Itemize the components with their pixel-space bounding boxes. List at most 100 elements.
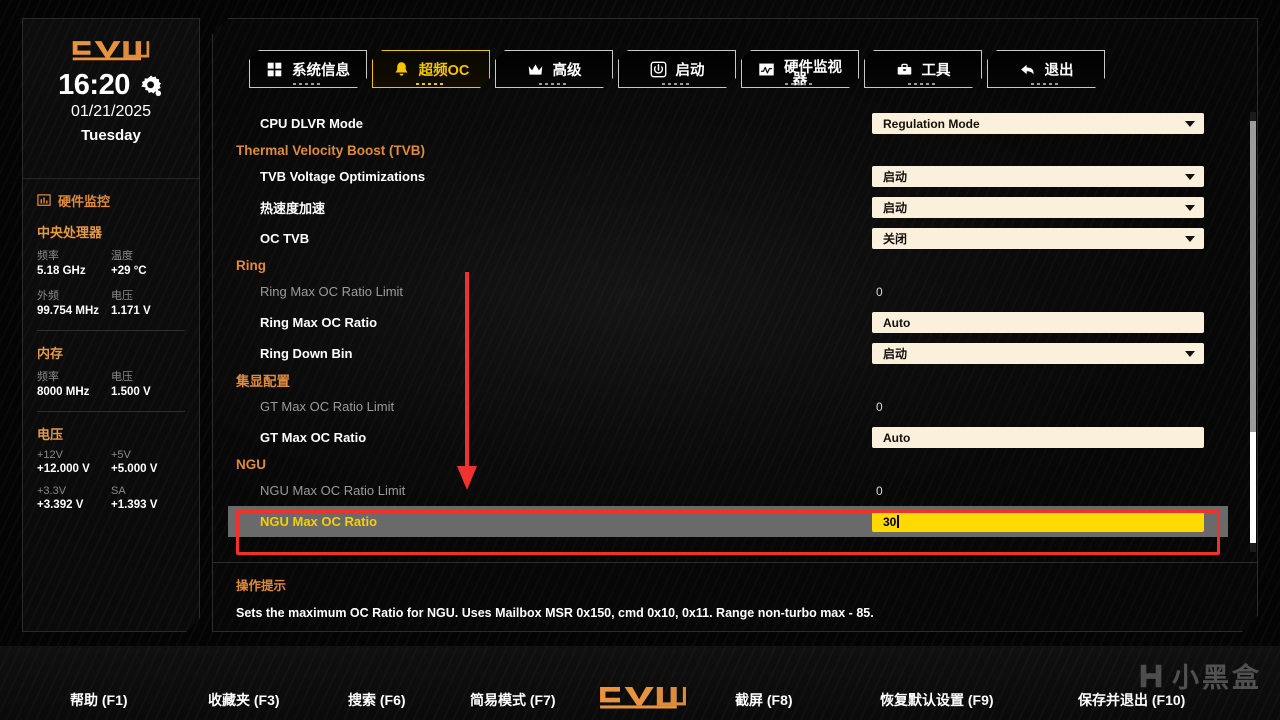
- monitor-value: +5.000 V: [111, 463, 158, 475]
- monitor-value: 8000 MHz: [37, 386, 90, 398]
- setting-control-area: Auto: [872, 307, 1212, 338]
- setting-row[interactable]: GT Max OC Ratio Auto: [228, 422, 1228, 453]
- setting-label: NGU Max OC Ratio: [260, 514, 378, 529]
- tab-label: 退出: [1044, 62, 1074, 79]
- tab-6[interactable]: 工具: [864, 50, 982, 88]
- setting-row[interactable]: NGU Max OC Ratio Limit 0: [228, 475, 1228, 506]
- monitor-key: 电压: [111, 371, 133, 383]
- tab-dash-decor: [293, 83, 323, 85]
- tab-dash-decor: [416, 83, 446, 85]
- function-key-2[interactable]: 收藏夹 (F3): [208, 690, 280, 710]
- setting-row[interactable]: Ring Max OC Ratio Limit 0: [228, 276, 1228, 307]
- sidebar-divider: [37, 330, 185, 331]
- chevron-down-icon: [1185, 350, 1195, 357]
- chevron-down-icon: [1185, 173, 1195, 180]
- crown-icon: [527, 61, 544, 78]
- monitor-key: 频率: [37, 250, 59, 262]
- setting-row[interactable]: GT Max OC Ratio Limit 0: [228, 391, 1228, 422]
- setting-control-area: 0: [872, 475, 1212, 506]
- clock-day: Tuesday: [81, 127, 141, 144]
- setting-row[interactable]: TVB Voltage Optimizations 启动: [228, 161, 1228, 192]
- setting-label: OC TVB: [260, 231, 310, 246]
- tab-bar: 系统信息 超频OC 高级 启动 硬件监视器 工具 退出: [212, 50, 1258, 90]
- setting-row[interactable]: CPU DLVR Mode Regulation Mode: [228, 108, 1228, 139]
- monitor-section-title: 电压: [37, 427, 64, 442]
- tab-label: 系统信息: [292, 62, 350, 79]
- monitor-value: +1.393 V: [111, 499, 158, 511]
- tab-4[interactable]: 启动: [618, 50, 736, 88]
- monitor-pair-grid: 频率 电压 8000 MHz 1.500 V: [37, 368, 185, 407]
- monitor-key: 电压: [111, 290, 133, 302]
- monitor-value: +29 °C: [111, 265, 147, 277]
- monitor-section: 中央处理器 频率 温度 5.18 GHz +29 °C 外频 电压 99.754 MHz 1.1…: [23, 219, 199, 326]
- setting-dropdown[interactable]: 关闭: [872, 228, 1204, 249]
- settings-group-header: 集显配置: [236, 374, 290, 389]
- setting-dropdown[interactable]: 启动: [872, 197, 1204, 218]
- tab-3[interactable]: 高级: [495, 50, 613, 88]
- setting-input-field[interactable]: 30: [872, 511, 1204, 532]
- tab-dash-decor: [662, 83, 692, 85]
- monitor-key: 频率: [37, 371, 59, 383]
- hardware-monitor-header: 硬件监控: [23, 179, 199, 219]
- setting-row[interactable]: Ring Max OC Ratio Auto: [228, 307, 1228, 338]
- tab-2[interactable]: 超频OC: [372, 50, 490, 88]
- setting-value-text: 0: [876, 483, 883, 498]
- tab-7[interactable]: 退出: [987, 50, 1105, 88]
- function-key-5[interactable]: 截屏 (F8): [735, 690, 793, 710]
- setting-label: CPU DLVR Mode: [260, 116, 364, 131]
- monitor-value: +12.000 V: [37, 463, 90, 475]
- setting-input-value: 30: [883, 514, 897, 529]
- clock-date: 01/21/2025: [70, 103, 152, 120]
- tab-5[interactable]: 硬件监视器: [741, 50, 859, 88]
- monitor-key: SA: [111, 485, 126, 497]
- scrollbar-thumb[interactable]: [1250, 432, 1256, 552]
- setting-row[interactable]: OC TVB 关闭: [228, 223, 1228, 254]
- monitor-value: 1.500 V: [111, 386, 151, 398]
- cvn-logo-footer: [600, 687, 686, 709]
- monitor-value: 99.754 MHz: [37, 305, 100, 317]
- sidebar-clock-panel: 16:20 01/21/2025 Tuesday: [23, 19, 199, 179]
- monitor-pair-grid: 频率 温度 5.18 GHz +29 °C 外频 电压 99.754 MHz 1.171 V: [37, 247, 185, 326]
- setting-control-area: 0: [872, 276, 1212, 307]
- function-key-4[interactable]: 简易模式 (F7): [470, 690, 556, 710]
- hint-body: Sets the maximum OC Ratio for NGU. Uses …: [236, 606, 874, 620]
- function-key-6[interactable]: 恢复默认设置 (F9): [880, 690, 994, 710]
- setting-row[interactable]: NGU Max OC Ratio 30: [228, 506, 1228, 537]
- gear-icon: [138, 73, 164, 99]
- monitor-value: 5.18 GHz: [37, 265, 86, 277]
- tab-label-overflow: 器: [792, 72, 808, 88]
- setting-control-area: 启动: [872, 192, 1212, 223]
- function-key-1[interactable]: 帮助 (F1): [70, 690, 128, 710]
- monitor-key: +12V: [37, 449, 63, 461]
- function-key-7[interactable]: 保存并退出 (F10): [1078, 690, 1185, 710]
- function-key-3[interactable]: 搜索 (F6): [348, 690, 406, 710]
- sidebar: 16:20 01/21/2025 Tuesday 硬件监控 中央处理器 频率 温度 5…: [22, 18, 200, 632]
- monitor-value: +3.392 V: [37, 499, 84, 511]
- setting-label: Ring Max OC Ratio: [260, 315, 378, 330]
- setting-dropdown[interactable]: 启动: [872, 166, 1204, 187]
- chevron-down-icon: [1185, 235, 1195, 242]
- setting-dropdown-value: Regulation Mode: [883, 116, 980, 131]
- tab-label: 超频OC: [418, 62, 470, 79]
- clock-time: 16:20: [58, 69, 130, 101]
- setting-text-field[interactable]: Auto: [872, 427, 1204, 448]
- setting-label: 热速度加速: [260, 201, 326, 216]
- scrollbar-track[interactable]: [1250, 112, 1256, 552]
- setting-label: GT Max OC Ratio Limit: [260, 399, 395, 414]
- setting-value-text: 0: [876, 399, 883, 414]
- power-icon: [650, 61, 667, 78]
- setting-row[interactable]: Ring Down Bin 启动: [228, 338, 1228, 369]
- monitor-key: 温度: [111, 250, 133, 262]
- tab-1[interactable]: 系统信息: [249, 50, 367, 88]
- monitor-key: 外频: [37, 290, 59, 302]
- setting-text-field[interactable]: Auto: [872, 312, 1204, 333]
- setting-control-area: 30: [872, 506, 1212, 537]
- setting-dropdown[interactable]: 启动: [872, 343, 1204, 364]
- monitor-section-title: 内存: [37, 346, 64, 361]
- tab-dash-decor: [539, 83, 569, 85]
- tab-dash-decor: [785, 83, 815, 85]
- setting-label: TVB Voltage Optimizations: [260, 169, 426, 184]
- setting-dropdown[interactable]: Regulation Mode: [872, 113, 1204, 134]
- setting-row[interactable]: 热速度加速 启动: [228, 192, 1228, 223]
- tab-label: 高级: [552, 62, 582, 79]
